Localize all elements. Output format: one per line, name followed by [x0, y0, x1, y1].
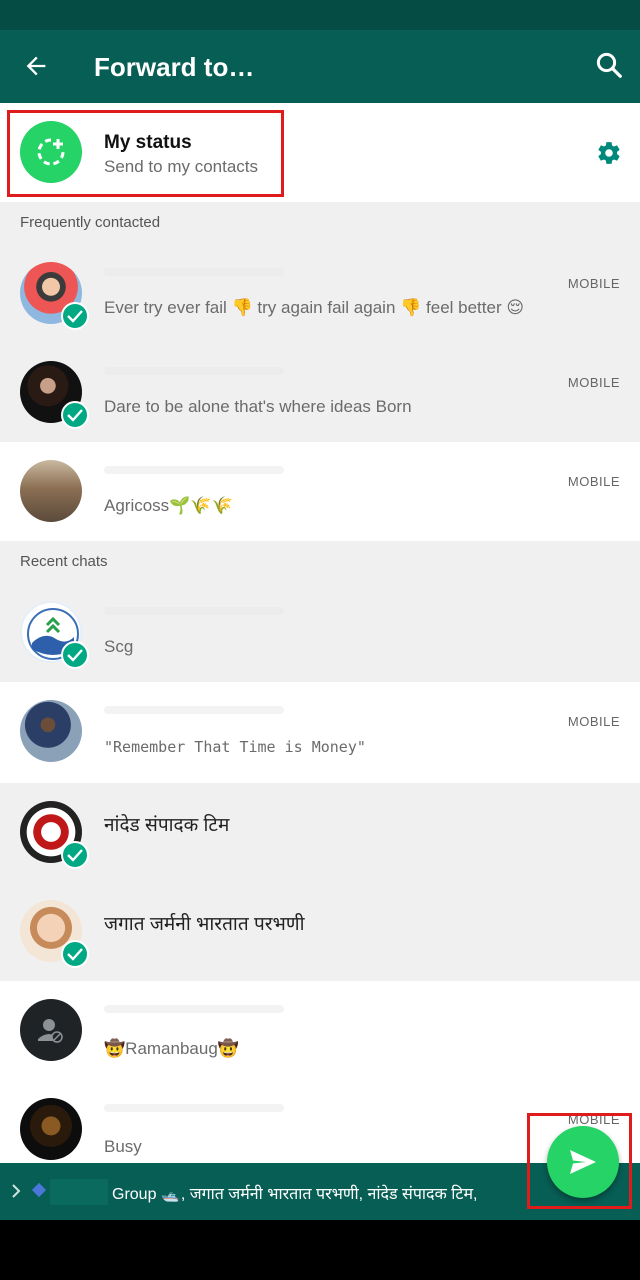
arrow-left-icon[interactable]: [22, 52, 50, 80]
selected-check-icon: [61, 841, 89, 869]
chat-name-redacted: [104, 1005, 284, 1013]
section-header-recent: Recent chats: [0, 541, 640, 583]
chat-name: नांदेड संपादक टिम: [104, 815, 230, 836]
page-title: Forward to…: [94, 52, 255, 82]
default-contact-icon: [38, 1019, 63, 1043]
selected-check-icon: [61, 302, 89, 330]
selected-contacts-list: Group 🛥️, जगात जर्मनी भारतात परभणी, नांद…: [112, 1186, 478, 1203]
contact-name-redacted: [104, 367, 284, 375]
contact-status: Dare to be alone that's where ideas Born: [104, 397, 412, 416]
chat-row[interactable]: 🤠Ramanbaug🤠: [0, 981, 640, 1080]
my-status-highlight-box: [7, 110, 284, 197]
diamond-icon: [31, 1182, 47, 1198]
chat-row[interactable]: जगात जर्मनी भारतात परभणी: [0, 882, 640, 981]
section-title: Recent chats: [20, 553, 108, 570]
contact-type: MOBILE: [567, 474, 620, 489]
chevron-right-icon[interactable]: [10, 1183, 22, 1199]
chat-subtitle: Busy: [104, 1137, 142, 1156]
avatar: [20, 700, 82, 762]
contact-row[interactable]: Ever try ever fail 👎 try again fail agai…: [0, 244, 640, 343]
chat-row[interactable]: Scg: [0, 583, 640, 682]
chat-row[interactable]: नांदेड संपादक टिम: [0, 783, 640, 882]
avatar: [20, 1098, 82, 1160]
system-status-bar: [0, 0, 640, 30]
navigation-bar-area: [0, 1220, 640, 1280]
send-button-highlight-box: [527, 1113, 632, 1209]
chat-subtitle: 🤠Ramanbaug🤠: [104, 1039, 239, 1058]
contact-type: MOBILE: [567, 375, 620, 390]
my-status-row[interactable]: My status Send to my contacts: [0, 103, 640, 202]
section-header-frequent: Frequently contacted: [0, 202, 640, 244]
chat-subtitle: "Remember That Time is Money": [104, 738, 366, 756]
contact-row[interactable]: Agricoss🌱🌾🌾 MOBILE: [0, 442, 640, 541]
selected-check-icon: [61, 641, 89, 669]
chat-row[interactable]: "Remember That Time is Money" MOBILE: [0, 682, 640, 781]
selected-check-icon: [61, 401, 89, 429]
chat-name-redacted: [104, 706, 284, 714]
contact-list[interactable]: My status Send to my contacts Frequently…: [0, 103, 640, 1163]
avatar: [20, 999, 82, 1061]
chat-subtitle: Scg: [104, 637, 134, 656]
contact-name-redacted: [104, 466, 284, 474]
contact-type: MOBILE: [567, 714, 620, 729]
section-title: Frequently contacted: [20, 214, 161, 231]
search-icon[interactable]: [594, 50, 624, 80]
avatar: [20, 460, 82, 522]
contact-status: Ever try ever fail 👎 try again fail agai…: [104, 298, 525, 317]
contact-status: Agricoss🌱🌾🌾: [104, 496, 233, 515]
contact-row[interactable]: Dare to be alone that's where ideas Born…: [0, 343, 640, 442]
chat-name: जगात जर्मनी भारतात परभणी: [104, 914, 305, 935]
chat-name-redacted: [104, 607, 284, 615]
app-bar: Forward to…: [0, 30, 640, 103]
gear-icon[interactable]: [596, 140, 622, 166]
selected-name-redacted: [50, 1179, 108, 1205]
chat-name-redacted: [104, 1104, 284, 1112]
selected-check-icon: [61, 940, 89, 968]
contact-type: MOBILE: [567, 276, 620, 291]
contact-name-redacted: [104, 268, 284, 276]
